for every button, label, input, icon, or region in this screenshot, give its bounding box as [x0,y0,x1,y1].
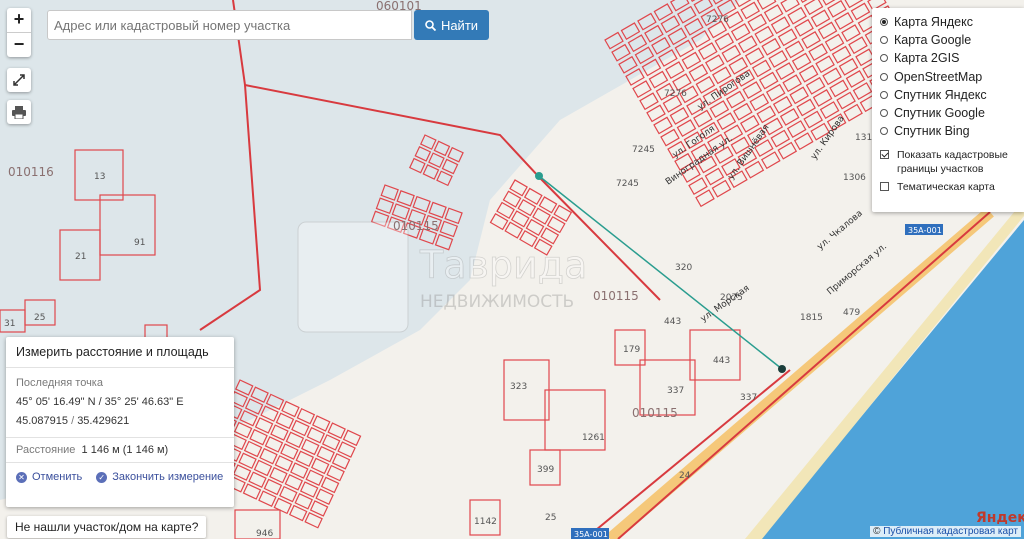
search-button-label: Найти [440,17,479,33]
distance-value: 1 146 м (1 146 м) [81,444,169,456]
zoom-out-button[interactable]: − [7,33,31,57]
cancel-measure-button[interactable]: ✕ Отменить [16,471,82,483]
svg-text:179: 179 [623,345,640,355]
coords-decimal: 45.087915 / 35.429621 [16,415,130,427]
measure-title: Измерить расстояние и площадь [6,337,234,368]
svg-text:7245: 7245 [632,145,655,155]
svg-text:7276: 7276 [664,89,687,99]
layer-option-label: Спутник Google [894,106,985,121]
thematic-map-toggle[interactable]: Тематическая карта [880,180,1024,194]
svg-text:35А-001: 35А-001 [908,226,942,235]
svg-text:7276: 7276 [706,15,729,25]
route-end-point[interactable] [778,365,786,373]
svg-text:91: 91 [134,238,145,248]
radio-icon[interactable] [880,36,888,45]
layer-option-label: OpenStreetMap [894,69,983,84]
quarter-label: 010115 [393,219,439,233]
show-cadastral-toggle[interactable]: Показать кадастровые границы участков [880,148,1024,176]
measure-panel: Измерить расстояние и площадь Последняя … [6,337,234,507]
fullscreen-button[interactable] [7,68,31,92]
svg-text:1142: 1142 [474,517,497,527]
zoom-in-button[interactable]: + [7,8,31,33]
coords-dms: 45° 05' 16.49" N / 35° 25' 46.63" E [16,396,184,408]
radio-icon[interactable] [880,109,888,118]
svg-text:НЕДВИЖИМОСТЬ: НЕДВИЖИМОСТЬ [420,292,574,312]
layer-option[interactable]: Карта 2GIS [880,49,1024,67]
layer-option[interactable]: Спутник Google [880,104,1024,122]
show-cadastral-label: Показать кадастровые границы участков [897,149,1008,176]
expand-icon [13,74,25,86]
printer-icon [12,105,26,119]
attribution: © Публичная кадастровая карт [870,526,1021,537]
radio-icon[interactable] [880,127,888,136]
layer-option[interactable]: Спутник Яндекс [880,86,1024,104]
svg-text:946: 946 [256,529,273,539]
attribution-link[interactable]: Публичная кадастровая карт [883,526,1018,537]
svg-text:Таврида: Таврида [419,243,587,287]
layer-option[interactable]: OpenStreetMap [880,68,1024,86]
finish-measure-button[interactable]: ✓ Закончить измерение [96,471,223,483]
svg-text:443: 443 [713,356,730,366]
close-circle-icon: ✕ [16,471,27,483]
layer-option-label: Спутник Яндекс [894,87,987,102]
radio-icon[interactable] [880,18,888,27]
svg-text:337: 337 [667,386,684,396]
layers-panel: Карта Яндекс Карта Google Карта 2GIS OpenSt… [872,8,1024,212]
last-point-section: Последняя точка 45° 05' 16.49" N / 35° 2… [6,368,234,438]
svg-text:320: 320 [675,263,692,273]
svg-text:443: 443 [664,317,681,327]
svg-text:1815: 1815 [800,313,823,323]
svg-text:25: 25 [545,513,556,523]
quarter-label: 010116 [8,165,54,179]
distance-section: Расстояние 1 146 м (1 146 м) [6,438,234,463]
zoom-control: + − [7,8,31,57]
layer-option[interactable]: Карта Google [880,31,1024,49]
layer-option-label: Карта 2GIS [894,51,960,66]
quarter-label: 010115 [593,289,639,303]
radio-icon[interactable] [880,54,888,63]
svg-text:13: 13 [94,172,105,182]
layer-option[interactable]: Спутник Bing [880,122,1024,140]
search-input[interactable] [47,10,412,40]
radio-icon[interactable] [880,90,888,99]
layer-option[interactable]: Карта Яндекс [880,13,1024,31]
route-start-point[interactable] [535,172,543,180]
print-button[interactable] [7,100,31,124]
svg-text:1306: 1306 [843,173,866,183]
layer-option-label: Спутник Bing [894,124,970,139]
road-shield: 35А-001 [905,224,943,235]
svg-text:1261: 1261 [582,433,605,443]
last-point-label: Последняя точка [16,377,103,389]
show-cadastral-checkbox[interactable] [880,150,889,160]
search-button[interactable]: Найти [414,10,489,40]
not-found-button[interactable]: Не нашли участок/дом на карте? [7,516,207,538]
radio-icon[interactable] [880,72,888,81]
svg-text:21: 21 [75,252,86,262]
road-shield: 35А-001 [571,528,609,539]
quarter-label: 010115 [632,406,678,420]
svg-text:24: 24 [679,471,691,481]
svg-text:7245: 7245 [616,179,639,189]
check-circle-icon: ✓ [96,471,108,483]
svg-text:323: 323 [510,382,527,392]
layer-option-label: Карта Google [894,33,972,48]
layer-option-label: Карта Яндекс [894,15,973,30]
search-icon [425,19,436,31]
yandex-logo: Яндекс [976,510,1024,526]
svg-text:31: 31 [4,319,15,329]
thematic-map-label: Тематическая карта [897,181,995,194]
svg-text:399: 399 [537,465,554,475]
svg-text:479: 479 [843,308,860,318]
svg-text:25: 25 [34,313,45,323]
thematic-map-checkbox[interactable] [880,182,889,192]
svg-text:337: 337 [740,393,757,403]
distance-label: Расстояние [16,444,76,456]
svg-text:35А-001: 35А-001 [574,530,608,539]
